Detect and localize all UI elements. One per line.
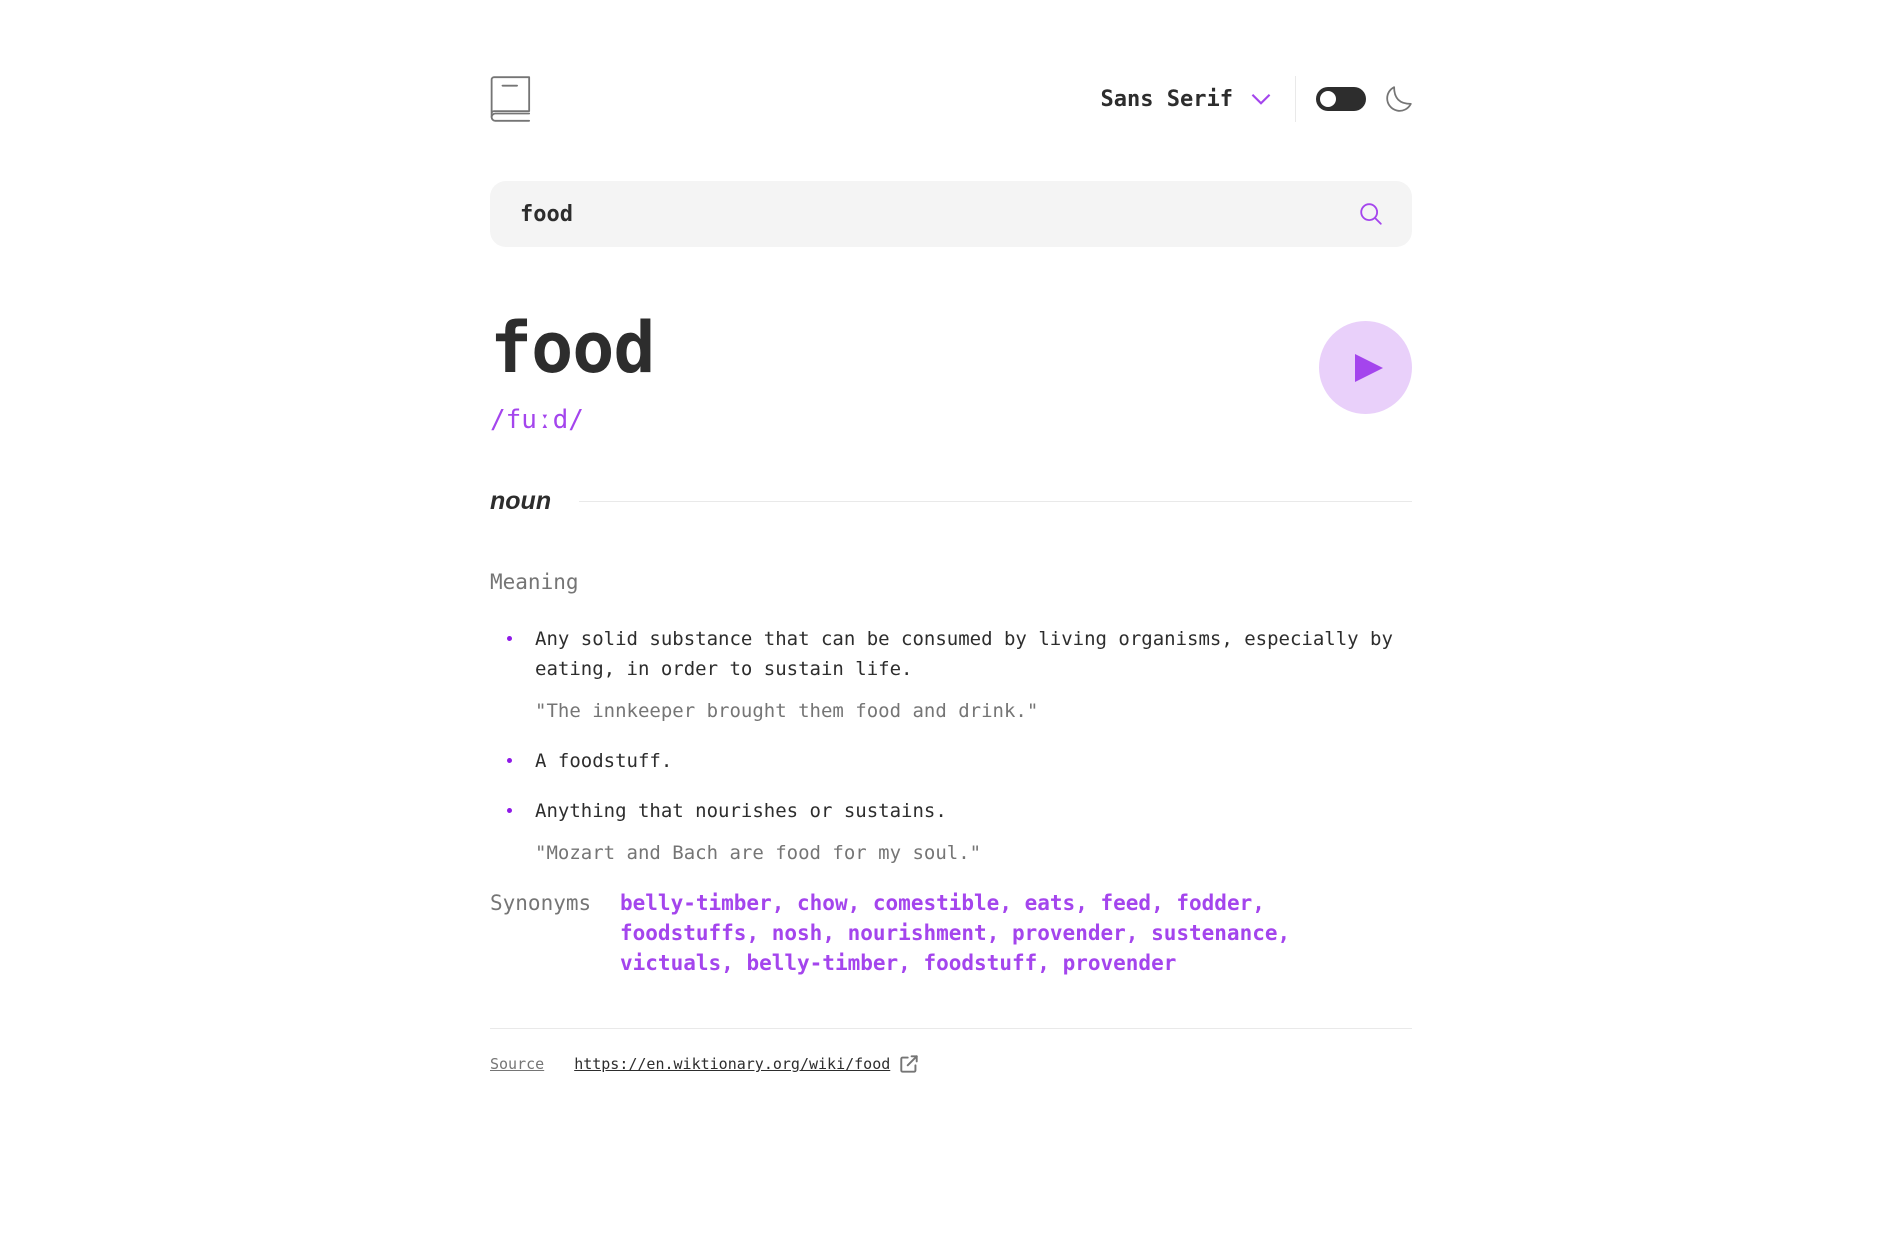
font-family-selected: Sans Serif <box>1100 86 1233 112</box>
definition-item: A foodstuff. <box>490 746 1412 776</box>
synonym-item[interactable]: foodstuffs <box>620 921 746 945</box>
synonym-item[interactable]: eats <box>1025 891 1076 915</box>
synonym-item[interactable]: victuals <box>620 951 721 975</box>
definition-text: A foodstuff. <box>535 750 673 772</box>
synonym-item[interactable]: nosh <box>772 921 823 945</box>
synonym-item[interactable]: nourishment <box>848 921 987 945</box>
dictionary-page: Sans Serif food /fuːd/ <box>490 0 1412 1073</box>
definition-item: Anything that nourishes or sustains. "Mo… <box>490 796 1412 868</box>
synonym-item[interactable]: fodder <box>1176 891 1252 915</box>
search-bar <box>490 181 1412 247</box>
source-link[interactable]: https://en.wiktionary.org/wiki/food <box>574 1055 890 1073</box>
part-of-speech: noun <box>490 487 552 515</box>
theme-toggle[interactable] <box>1316 87 1366 111</box>
synonyms-list: belly-timber, chow, comestible, eats, fe… <box>620 891 1291 975</box>
header-controls: Sans Serif <box>1101 75 1412 123</box>
definition-example: "The innkeeper brought them food and dri… <box>535 700 1039 722</box>
synonym-item[interactable]: belly-timber <box>746 951 898 975</box>
book-icon[interactable] <box>490 76 532 122</box>
word-header: food /fuːd/ <box>490 313 1412 435</box>
footer-divider <box>490 1028 1412 1029</box>
play-icon <box>1354 353 1383 382</box>
synonym-item[interactable]: belly-timber <box>620 891 772 915</box>
definition-list: Any solid substance that can be consumed… <box>490 624 1412 868</box>
definition-item: Any solid substance that can be consumed… <box>490 624 1412 726</box>
synonyms-row: Synonyms belly-timber, chow, comestible,… <box>490 888 1412 978</box>
header: Sans Serif <box>490 75 1412 123</box>
toggle-knob <box>1320 91 1336 107</box>
definition-text: Any solid substance that can be consumed… <box>535 628 1393 680</box>
definition-example: "Mozart and Bach are food for my soul." <box>535 842 982 864</box>
synonym-item[interactable]: sustenance <box>1151 921 1277 945</box>
source-row: Source https://en.wiktionary.org/wiki/fo… <box>490 1055 1412 1073</box>
definition-text: Anything that nourishes or sustains. <box>535 800 947 822</box>
source-label: Source <box>490 1055 545 1073</box>
external-link-icon[interactable] <box>900 1055 918 1073</box>
font-family-dropdown[interactable]: Sans Serif <box>1101 87 1271 112</box>
synonym-item[interactable]: comestible <box>873 891 999 915</box>
meaning-heading: Meaning <box>490 570 579 594</box>
synonyms-label: Synonyms <box>490 891 592 915</box>
synonym-item[interactable]: feed <box>1101 891 1152 915</box>
search-icon[interactable] <box>1360 203 1382 225</box>
part-of-speech-row: noun <box>490 487 1412 516</box>
word-title: food <box>490 307 656 389</box>
synonym-item[interactable]: provender <box>1063 951 1177 975</box>
header-divider <box>1295 76 1296 122</box>
synonym-item[interactable]: provender <box>1012 921 1126 945</box>
search-input[interactable] <box>520 201 1360 227</box>
chevron-down-icon <box>1251 93 1271 105</box>
synonym-item[interactable]: foodstuff <box>923 951 1037 975</box>
play-audio-button[interactable] <box>1319 321 1412 414</box>
part-of-speech-divider <box>579 501 1412 502</box>
synonym-item[interactable]: chow <box>797 891 848 915</box>
moon-icon[interactable] <box>1386 86 1412 112</box>
phonetic: /fuːd/ <box>490 405 584 435</box>
word-info: food /fuːd/ <box>490 307 656 435</box>
